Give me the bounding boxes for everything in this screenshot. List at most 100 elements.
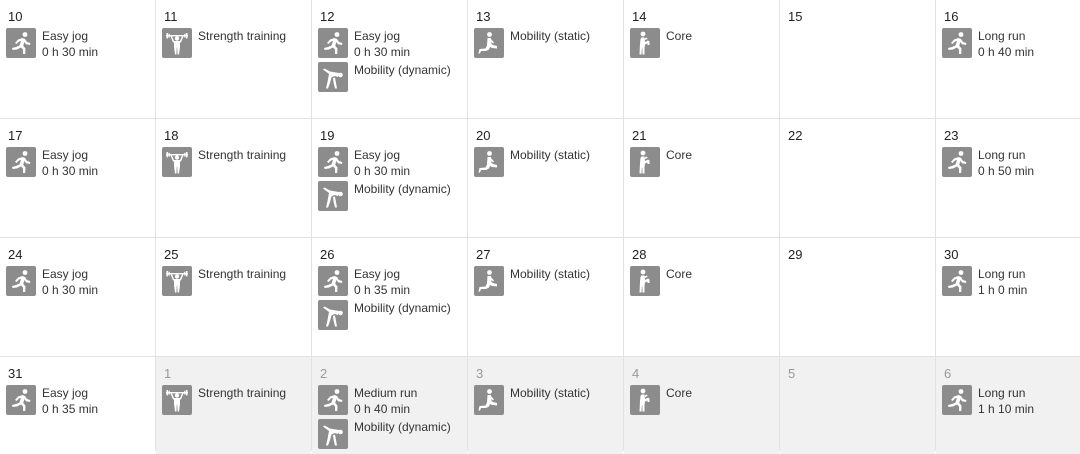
calendar-day-cell[interactable]: 13 Mobility (static) [468, 0, 623, 118]
calendar-day-cell[interactable]: 21 Core [624, 119, 779, 237]
activity-name: Mobility (static) [510, 386, 591, 400]
activity-duration: 0 h 30 min [354, 45, 411, 59]
activity-item[interactable]: Core [630, 147, 779, 177]
day-number: 22 [788, 128, 803, 143]
activity-item[interactable]: Core [630, 385, 779, 415]
day-number: 30 [944, 247, 959, 262]
calendar-day-cell[interactable]: 19 Easy jog 0 h 30 min Mobility (dynamic) [312, 119, 467, 237]
activity-name: Easy jog [42, 267, 89, 281]
core-icon [630, 266, 660, 296]
day-number: 25 [164, 247, 179, 262]
strength-training-icon [162, 266, 192, 296]
dynamic-stretch-icon [318, 181, 348, 211]
core-icon [630, 385, 660, 415]
calendar-day-cell[interactable]: 22 [780, 119, 935, 237]
activity-item[interactable]: Mobility (dynamic) [318, 419, 467, 449]
activity-text: Core [666, 266, 692, 282]
activity-duration: 0 h 30 min [354, 164, 411, 178]
running-icon [318, 28, 348, 58]
activity-item[interactable]: Easy jog 0 h 30 min [6, 28, 155, 60]
activity-item[interactable]: Long run 0 h 40 min [942, 28, 1080, 60]
day-number: 29 [788, 247, 803, 262]
dynamic-stretch-icon [318, 300, 348, 330]
calendar-day-cell[interactable]: 1 Strength training [156, 357, 311, 454]
activity-duration: 0 h 30 min [42, 45, 99, 59]
calendar-day-cell[interactable]: 15 [780, 0, 935, 118]
activity-item[interactable]: Mobility (dynamic) [318, 62, 467, 92]
activity-item[interactable]: Strength training [162, 147, 311, 177]
day-number: 16 [944, 9, 959, 24]
activity-item[interactable]: Medium run 0 h 40 min [318, 385, 467, 417]
activity-item[interactable]: Easy jog 0 h 35 min [318, 266, 467, 298]
calendar-day-cell[interactable]: 2 Medium run 0 h 40 min Mobility (dynamic… [312, 357, 467, 454]
running-icon [6, 147, 36, 177]
calendar-day-cell[interactable]: 28 Core [624, 238, 779, 356]
activity-text: Long run 1 h 10 min [978, 385, 1034, 417]
activity-item[interactable]: Mobility (dynamic) [318, 300, 467, 330]
calendar-day-cell[interactable]: 3 Mobility (static) [468, 357, 623, 454]
activity-name: Strength training [198, 148, 287, 162]
activity-name: Core [666, 386, 693, 400]
day-number: 19 [320, 128, 335, 143]
activity-item[interactable]: Long run 1 h 10 min [942, 385, 1080, 417]
running-icon [942, 147, 972, 177]
activity-name: Easy jog [354, 267, 401, 281]
calendar-day-cell[interactable]: 16 Long run 0 h 40 min [936, 0, 1080, 118]
activity-item[interactable]: Mobility (static) [474, 147, 623, 177]
activity-text: Easy jog 0 h 30 min [42, 266, 98, 298]
activity-name: Core [666, 267, 693, 281]
calendar-day-cell[interactable]: 11 Strength training [156, 0, 311, 118]
running-icon [6, 28, 36, 58]
calendar-day-cell[interactable]: 30 Long run 1 h 0 min [936, 238, 1080, 356]
calendar-day-cell[interactable]: 26 Easy jog 0 h 35 min Mobility (dynamic) [312, 238, 467, 356]
activity-item[interactable]: Strength training [162, 385, 311, 415]
calendar-day-cell[interactable]: 18 Strength training [156, 119, 311, 237]
day-number: 6 [944, 366, 952, 381]
calendar-day-cell[interactable]: 10 Easy jog 0 h 30 min [0, 0, 155, 118]
day-number: 26 [320, 247, 335, 262]
activity-item[interactable]: Easy jog 0 h 30 min [318, 28, 467, 60]
activity-text: Easy jog 0 h 30 min [354, 28, 410, 60]
calendar-day-cell[interactable]: 25 Strength training [156, 238, 311, 356]
core-icon [630, 147, 660, 177]
activity-item[interactable]: Core [630, 28, 779, 58]
activity-name: Mobility (dynamic) [354, 420, 451, 434]
activity-item[interactable]: Mobility (dynamic) [318, 181, 467, 211]
activity-name: Easy jog [42, 29, 89, 43]
activity-item[interactable]: Strength training [162, 266, 311, 296]
activity-item[interactable]: Easy jog 0 h 30 min [6, 147, 155, 179]
running-icon [6, 266, 36, 296]
calendar-day-cell[interactable]: 27 Mobility (static) [468, 238, 623, 356]
calendar-day-cell[interactable]: 12 Easy jog 0 h 30 min Mobility (dynamic) [312, 0, 467, 118]
activity-item[interactable]: Mobility (static) [474, 385, 623, 415]
dynamic-stretch-icon [318, 419, 348, 449]
activity-item[interactable]: Easy jog 0 h 30 min [6, 266, 155, 298]
day-number: 24 [8, 247, 23, 262]
activity-item[interactable]: Long run 1 h 0 min [942, 266, 1080, 298]
calendar-day-cell[interactable]: 4 Core [624, 357, 779, 454]
activity-item[interactable]: Mobility (static) [474, 266, 623, 296]
activity-item[interactable]: Mobility (static) [474, 28, 623, 58]
calendar-day-cell[interactable]: 5 [780, 357, 935, 454]
day-number: 23 [944, 128, 959, 143]
activity-duration: 0 h 40 min [354, 402, 411, 416]
activity-name: Long run [978, 267, 1026, 281]
calendar-day-cell[interactable]: 31 Easy jog 0 h 35 min [0, 357, 155, 454]
calendar-day-cell[interactable]: 17 Easy jog 0 h 30 min [0, 119, 155, 237]
activity-item[interactable]: Easy jog 0 h 30 min [318, 147, 467, 179]
activity-item[interactable]: Long run 0 h 50 min [942, 147, 1080, 179]
activity-text: Mobility (static) [510, 147, 590, 163]
activity-item[interactable]: Core [630, 266, 779, 296]
activity-item[interactable]: Easy jog 0 h 35 min [6, 385, 155, 417]
activity-text: Mobility (dynamic) [354, 300, 451, 316]
calendar-day-cell[interactable]: 23 Long run 0 h 50 min [936, 119, 1080, 237]
calendar-day-cell[interactable]: 24 Easy jog 0 h 30 min [0, 238, 155, 356]
calendar-day-cell[interactable]: 14 Core [624, 0, 779, 118]
calendar-day-cell[interactable]: 6 Long run 1 h 10 min [936, 357, 1080, 454]
calendar-day-cell[interactable]: 20 Mobility (static) [468, 119, 623, 237]
running-icon [6, 385, 36, 415]
calendar-day-cell[interactable]: 29 [780, 238, 935, 356]
activity-name: Strength training [198, 386, 287, 400]
activity-duration: 0 h 35 min [42, 402, 99, 416]
activity-item[interactable]: Strength training [162, 28, 311, 58]
